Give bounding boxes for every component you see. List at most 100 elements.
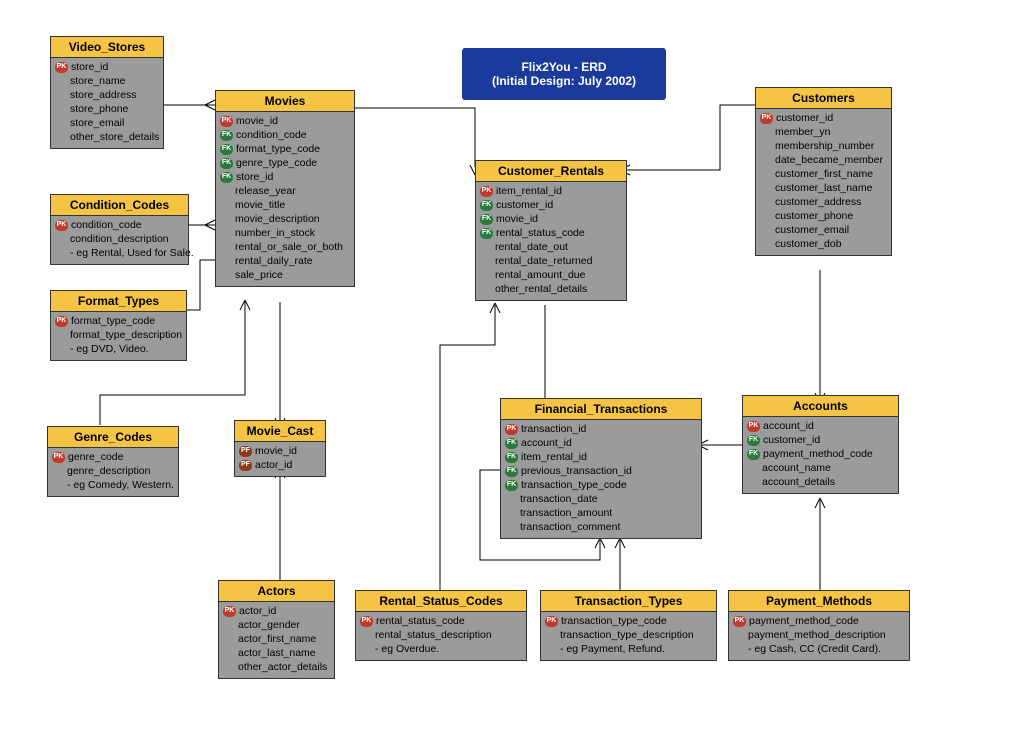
entity-attribute: rental_daily_rate [216,254,354,268]
entity-movies: Movies PKmovie_idFKcondition_codeFKforma… [215,90,355,287]
attribute-label: customer_email [775,223,849,237]
entity-body: PKpayment_method_codepayment_method_desc… [729,612,909,660]
entity-attribute: store_email [51,116,163,130]
entity-attribute: - eg Comedy, Western. [48,478,178,492]
entity-attribute: condition_description [51,232,188,246]
entity-attribute: FKmovie_id [476,212,626,226]
pk-badge: PK [505,424,518,435]
attribute-label: other_rental_details [495,282,587,296]
entity-body: PKactor_idactor_genderactor_first_nameac… [219,602,334,678]
entity-attribute: rental_status_description [356,628,526,642]
entity-customers: Customers PKcustomer_idmember_ynmembersh… [755,87,892,256]
pk-badge: PK [52,452,65,463]
entity-header: Customer_Rentals [476,161,626,182]
entity-attribute: PKformat_type_code [51,314,186,328]
attribute-label: store_id [236,170,273,184]
entity-attribute: transaction_comment [501,520,701,534]
fk-badge: FK [220,130,233,141]
entity-attribute: account_name [743,461,898,475]
attribute-label: customer_phone [775,209,853,223]
attribute-label: store_email [70,116,124,130]
attribute-label: account_details [762,475,835,489]
attribute-label: rental_or_sale_or_both [235,240,343,254]
fk-badge: FK [220,172,233,183]
attribute-label: rental_status_code [376,614,465,628]
entity-attribute: FKitem_rental_id [501,450,701,464]
attribute-label: transaction_comment [520,520,620,534]
entity-attribute: FKgenre_type_code [216,156,354,170]
entity-body: PKtransaction_idFKaccount_idFKitem_renta… [501,420,701,538]
title-line2: (Initial Design: July 2002) [492,74,636,88]
entity-attribute: rental_or_sale_or_both [216,240,354,254]
attribute-label: transaction_amount [520,506,612,520]
entity-attribute: PKpayment_method_code [729,614,909,628]
attribute-label: payment_method_code [749,614,859,628]
attribute-label: transaction_type_code [521,478,627,492]
attribute-label: - eg Overdue. [375,642,439,656]
entity-attribute: sale_price [216,268,354,282]
entity-attribute: PKstore_id [51,60,163,74]
entity-body: PKcondition_codecondition_description- e… [51,216,188,264]
entity-rental-status-codes: Rental_Status_Codes PKrental_status_code… [355,590,527,661]
entity-attribute: PFactor_id [235,458,325,472]
pk-badge: PK [760,113,773,124]
fk-badge: FK [505,438,518,449]
entity-header: Format_Types [51,291,186,312]
fk-badge: FK [220,144,233,155]
entity-attribute: transaction_date [501,492,701,506]
entity-header: Financial_Transactions [501,399,701,420]
entity-attribute: FKaccount_id [501,436,701,450]
attribute-label: genre_description [67,464,150,478]
fk-badge: FK [480,200,493,211]
attribute-label: payment_method_description [748,628,886,642]
entity-attribute: FKpayment_method_code [743,447,898,461]
entity-attribute: customer_email [756,223,891,237]
attribute-label: transaction_type_code [561,614,667,628]
attribute-label: rental_amount_due [495,268,586,282]
attribute-label: - eg Cash, CC (Credit Card). [748,642,881,656]
attribute-label: transaction_date [520,492,598,506]
entity-actors: Actors PKactor_idactor_genderactor_first… [218,580,335,679]
attribute-label: actor_id [255,458,292,472]
attribute-label: - eg Comedy, Western. [67,478,174,492]
attribute-label: customer_id [776,111,833,125]
entity-header: Rental_Status_Codes [356,591,526,612]
entity-attribute: customer_phone [756,209,891,223]
entity-header: Transaction_Types [541,591,716,612]
attribute-label: customer_dob [775,237,842,251]
entity-attribute: other_actor_details [219,660,334,674]
entity-header: Accounts [743,396,898,417]
entity-format-types: Format_Types PKformat_type_codeformat_ty… [50,290,187,361]
pk-badge: PK [55,62,68,73]
entity-body: PKaccount_idFKcustomer_idFKpayment_metho… [743,417,898,493]
attribute-label: actor_first_name [238,632,316,646]
attribute-label: condition_code [71,218,142,232]
attribute-label: rental_date_out [495,240,568,254]
entity-attribute: actor_last_name [219,646,334,660]
entity-header: Payment_Methods [729,591,909,612]
attribute-label: actor_last_name [238,646,316,660]
entity-attribute: payment_method_description [729,628,909,642]
entity-genre-codes: Genre_Codes PKgenre_codegenre_descriptio… [47,426,179,497]
attribute-label: item_rental_id [521,450,587,464]
entity-body: PKitem_rental_idFKcustomer_idFKmovie_idF… [476,182,626,300]
attribute-label: item_rental_id [496,184,562,198]
entity-header: Condition_Codes [51,195,188,216]
entity-condition-codes: Condition_Codes PKcondition_codeconditio… [50,194,189,265]
attribute-label: - eg Payment, Refund. [560,642,665,656]
entity-attribute: other_store_details [51,130,163,144]
entity-attribute: PKitem_rental_id [476,184,626,198]
attribute-label: movie_id [496,212,538,226]
entity-attribute: PKtransaction_type_code [541,614,716,628]
attribute-label: movie_title [235,198,285,212]
entity-attribute: - eg Payment, Refund. [541,642,716,656]
entity-attribute: format_type_description [51,328,186,342]
entity-attribute: actor_gender [219,618,334,632]
entity-attribute: - eg DVD, Video. [51,342,186,356]
attribute-label: number_in_stock [235,226,315,240]
entity-body: PFmovie_idPFactor_id [235,442,325,476]
entity-attribute: PKcondition_code [51,218,188,232]
attribute-label: genre_code [68,450,123,464]
entity-header: Movie_Cast [235,421,325,442]
entity-attribute: membership_number [756,139,891,153]
